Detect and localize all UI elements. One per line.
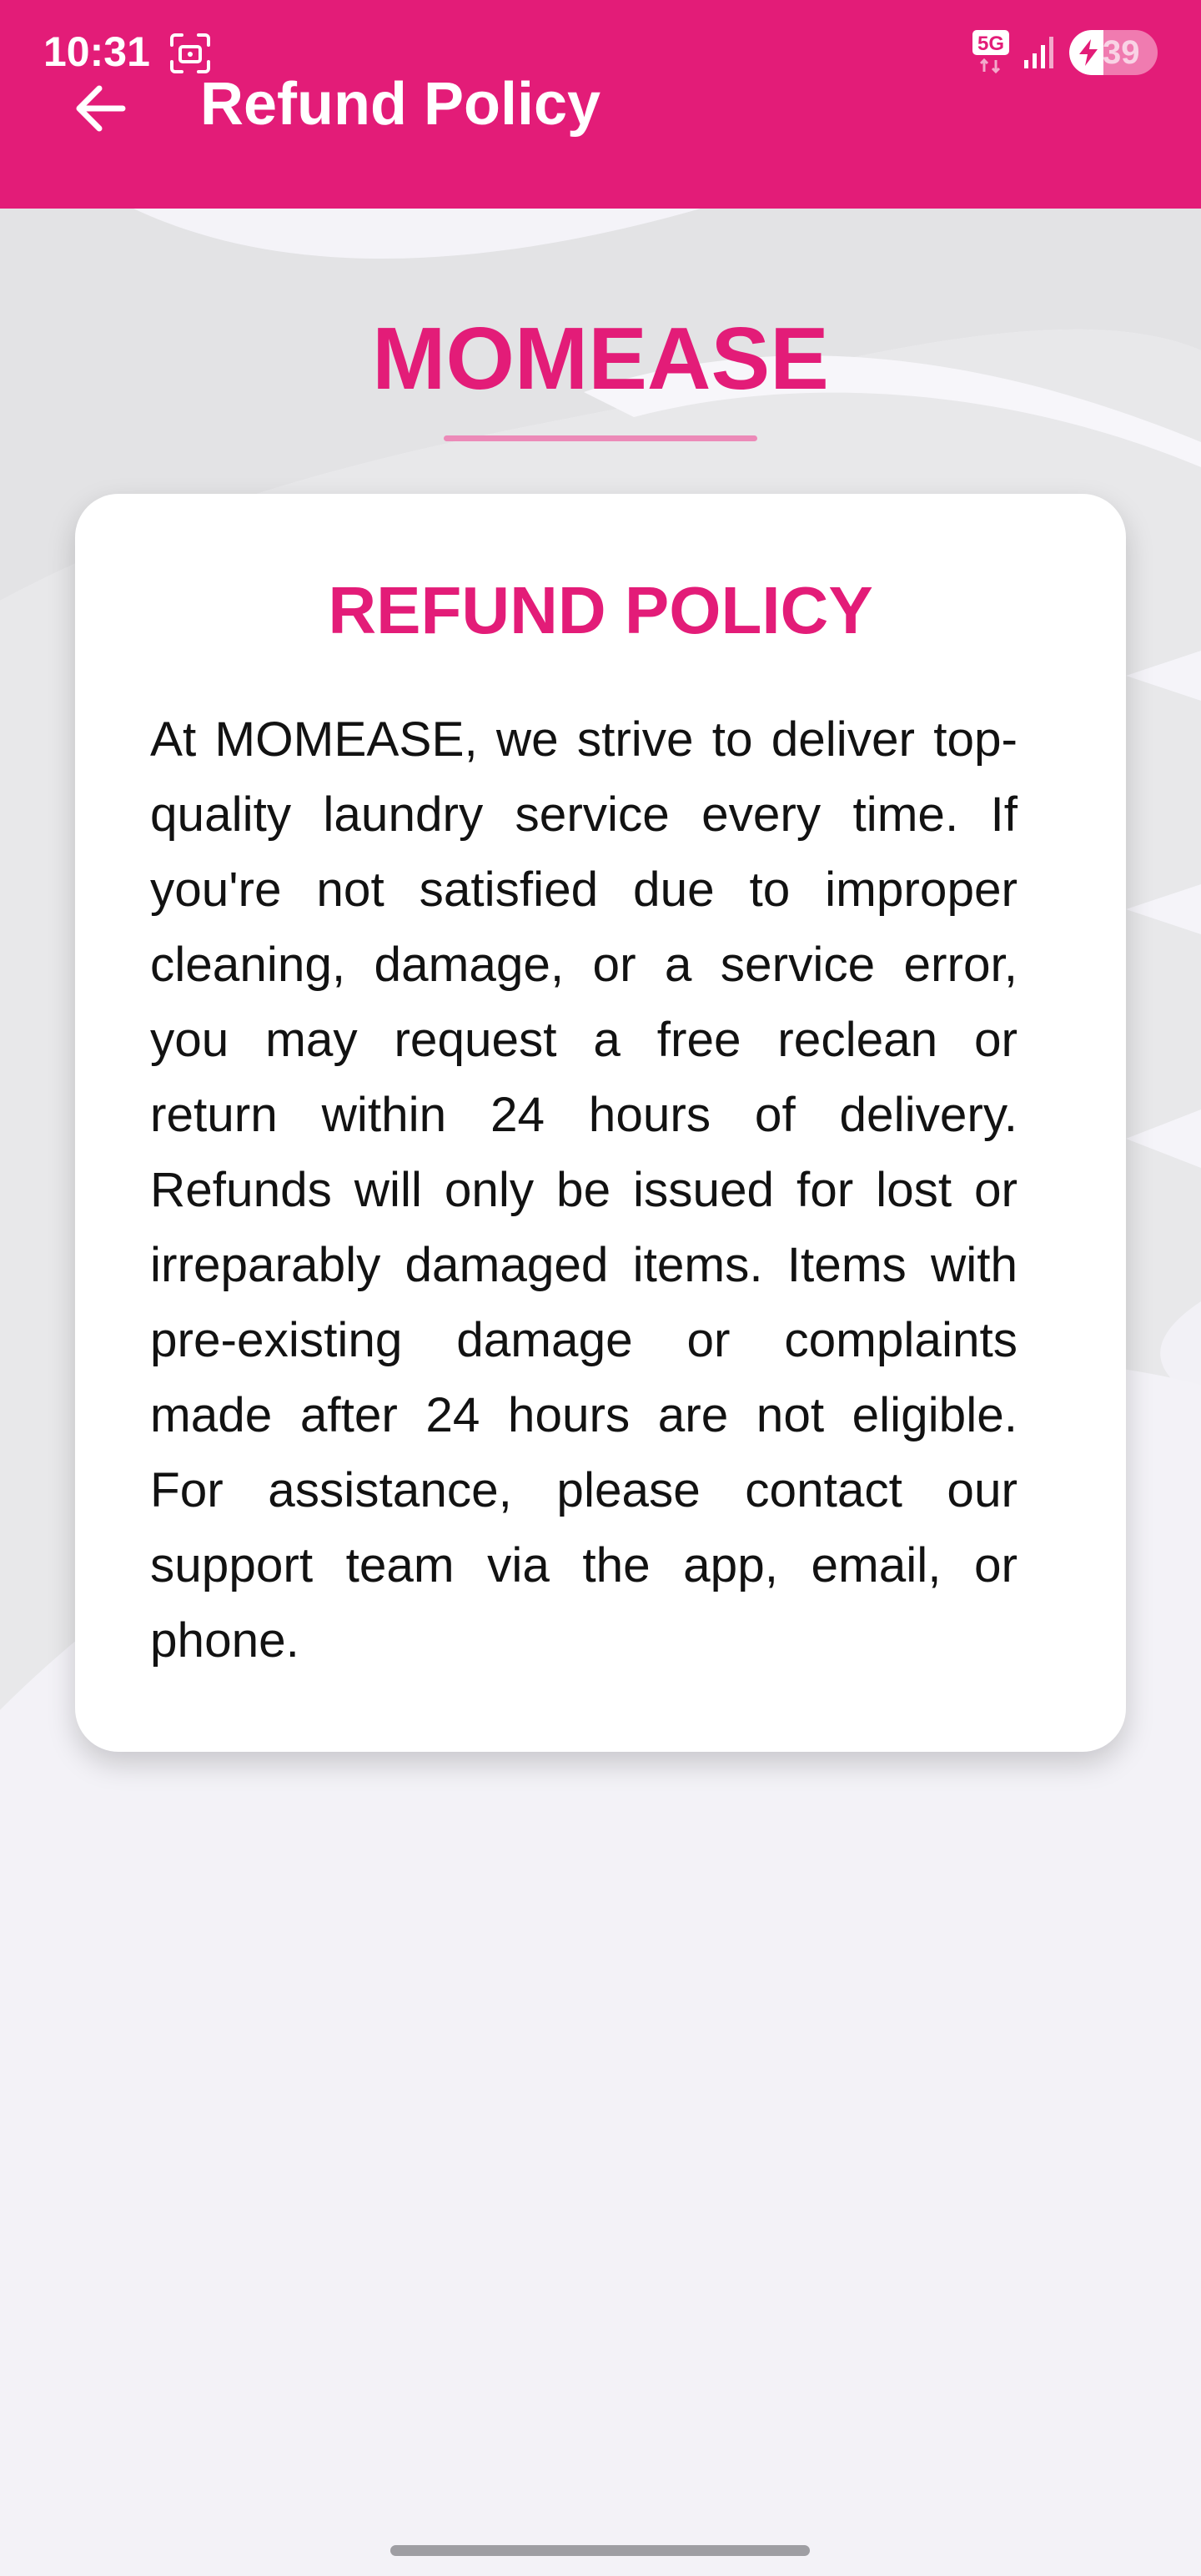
battery-level: 39 xyxy=(1103,34,1140,71)
brand-name: MOMEASE xyxy=(372,309,829,408)
card-title: REFUND POLICY xyxy=(328,573,873,647)
arrow-left-icon xyxy=(76,85,126,132)
charging-bolt-icon xyxy=(1079,39,1098,66)
battery-indicator: 39 xyxy=(1069,30,1158,75)
brand-underline xyxy=(444,435,757,441)
page-title: Refund Policy xyxy=(200,71,601,138)
refund-policy-card: REFUND POLICY At MOMEASE, we strive to d… xyxy=(75,494,1126,1752)
home-indicator[interactable] xyxy=(390,2545,810,2556)
app-bar: 10:31 5G 39 Refund Policy xyxy=(0,0,1201,209)
back-button[interactable] xyxy=(60,68,140,148)
policy-text: At MOMEASE, we strive to deliver top-qua… xyxy=(150,712,1018,1668)
5g-icon: 5G xyxy=(972,30,1009,73)
signal-icon xyxy=(1024,37,1053,68)
network-type-label: 5G xyxy=(977,33,1004,55)
